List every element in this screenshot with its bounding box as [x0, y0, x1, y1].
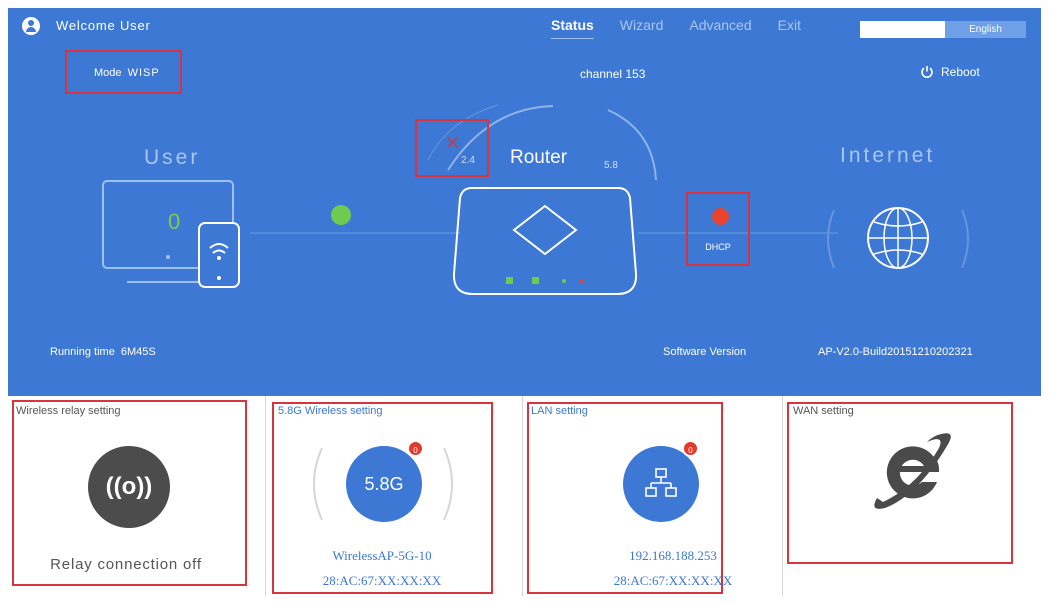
lan-badge: 0: [682, 440, 699, 457]
wireless-58-icon-text: 5.8G: [364, 473, 404, 494]
running-time-label: Running time: [50, 346, 115, 358]
lan-ip: 192.168.188.253: [629, 548, 717, 563]
relay-card-title: Wireless relay setting: [16, 405, 121, 417]
wireless-58-card[interactable]: 5.8G Wireless setting 5.8G 0 WirelessAP-…: [265, 396, 520, 596]
wireless-58-icon: 5.8G: [346, 446, 422, 522]
user-status-dot: [331, 205, 351, 225]
settings-cards: Wireless relay setting ((o)) Relay conne…: [8, 396, 1041, 596]
running-time: Running time 6M45S: [50, 346, 156, 358]
wireless-58-card-title: 5.8G Wireless setting: [278, 405, 383, 417]
wireless-58-ssid: WirelessAP-5G-10: [332, 548, 432, 563]
software-version-label: Software Version: [663, 346, 747, 358]
wan-card-title: WAN setting: [793, 405, 854, 417]
router-icon: [452, 187, 638, 295]
running-time-value: 6M45S: [120, 346, 156, 358]
wan-status-dot: [712, 208, 729, 225]
lan-card[interactable]: LAN setting 0 192.168.188.253 28:AC:67:X…: [522, 396, 780, 596]
wireless-58-badge: 0: [407, 440, 424, 457]
user-count: 0: [168, 209, 181, 234]
lan-card-title: LAN setting: [531, 405, 588, 417]
wireless-58-mac: 28:AC:67:XX:XX:XX: [322, 573, 442, 588]
software-version-value: AP-V2.0-Build20151210202321: [818, 346, 973, 358]
ie-icon: [874, 433, 951, 509]
relay-status: Relay connection off: [50, 556, 202, 573]
wan-card[interactable]: WAN setting: [782, 396, 1041, 596]
wireless-relay-card[interactable]: Wireless relay setting ((o)) Relay conne…: [8, 396, 263, 596]
wan-status-highlight: DHCP: [686, 192, 750, 266]
status-panel: Welcome User Status Wizard Advanced Exit…: [8, 8, 1041, 396]
globe-icon: [827, 207, 969, 269]
network-icon: [623, 446, 699, 522]
relay-signal-icon: ((o)): [88, 446, 170, 528]
lan-mac: 28:AC:67:XX:XX:XX: [613, 573, 733, 588]
wan-type: DHCP: [705, 242, 731, 252]
phone-wifi-icon: [198, 222, 240, 288]
